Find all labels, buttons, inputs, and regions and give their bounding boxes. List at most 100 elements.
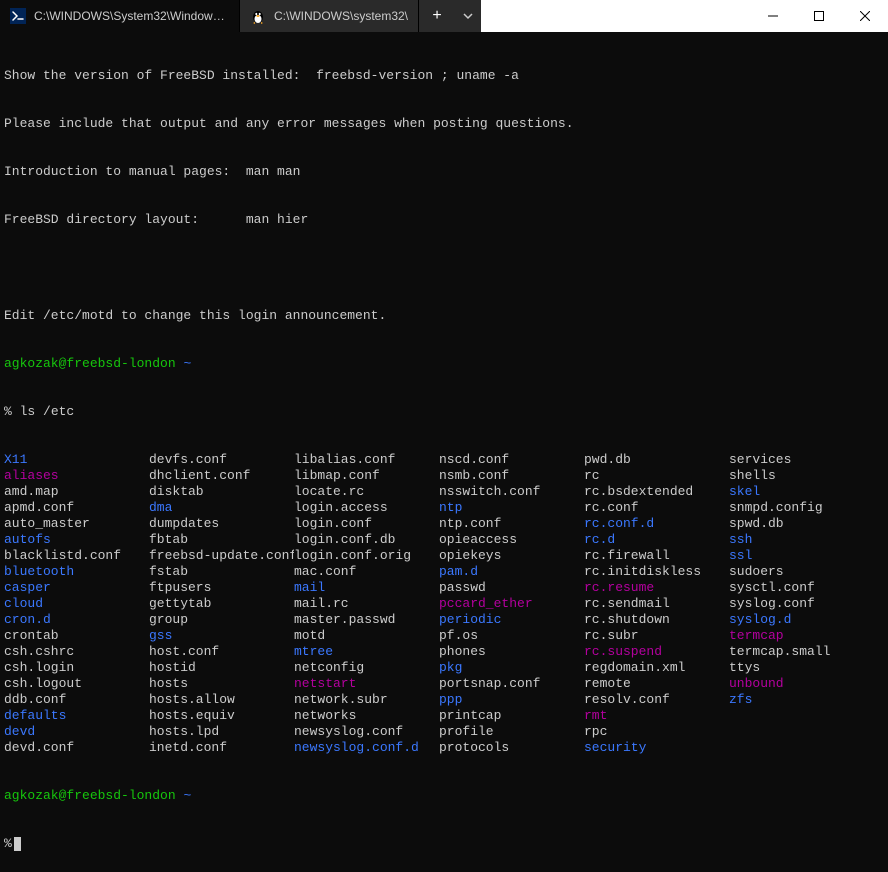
ls-row: blacklistd.conffreebsd-update.conflogin.… [4,548,884,564]
ls-item: bluetooth [4,564,149,580]
ls-item: syslog.conf [729,596,874,612]
ls-row: csh.logouthostsnetstartportsnap.confremo… [4,676,884,692]
ls-row: ddb.confhosts.allownetwork.subrpppresolv… [4,692,884,708]
ls-item: amd.map [4,484,149,500]
maximize-icon [814,11,824,21]
ls-item: rc.subr [584,628,729,644]
ls-item: autofs [4,532,149,548]
ls-item: csh.cshrc [4,644,149,660]
ls-row: crontabgssmotdpf.osrc.subrtermcap [4,628,884,644]
command-input-line[interactable]: % [4,836,884,852]
ls-item: pkg [439,660,584,676]
ls-item: aliases [4,468,149,484]
ls-item: newsyslog.conf.d [294,740,439,756]
ls-item: syslog.d [729,612,874,628]
ls-item: termcap.small [729,644,874,660]
ls-item: netconfig [294,660,439,676]
ls-item: rc.bsdextended [584,484,729,500]
ls-item: fstab [149,564,294,580]
tab-dropdown-button[interactable] [455,0,481,32]
ls-item: login.access [294,500,439,516]
ls-row: autofsfbtablogin.conf.dbopieaccessrc.dss… [4,532,884,548]
ls-item: devd.conf [4,740,149,756]
cursor [14,837,21,851]
ls-item: profile [439,724,584,740]
ls-item: login.conf [294,516,439,532]
command-line: % ls /etc [4,404,884,420]
ls-item: nscd.conf [439,452,584,468]
ls-item: passwd [439,580,584,596]
ls-row: devdhosts.lpdnewsyslog.confprofilerpc [4,724,884,740]
minimize-icon [768,11,778,21]
titlebar: C:\WINDOWS\System32\WindowsPowerShell\v1… [0,0,888,32]
motd-line: Introduction to manual pages: man man [4,164,884,180]
ls-item: zfs [729,692,874,708]
ls-item: sysctl.conf [729,580,874,596]
window-controls [750,0,888,32]
ls-item: opieaccess [439,532,584,548]
tab-powershell[interactable]: C:\WINDOWS\System32\WindowsPowerShell\v1… [0,0,240,32]
ls-item: rc [584,468,729,484]
motd-line: Edit /etc/motd to change this login anno… [4,308,884,324]
titlebar-drag-area[interactable] [481,0,750,32]
ls-row: apmd.confdmalogin.accessntprc.confsnmpd.… [4,500,884,516]
ls-item: mail [294,580,439,596]
ls-item: hosts.lpd [149,724,294,740]
prompt-path: ~ [176,356,192,371]
powershell-icon [10,8,26,24]
ls-row: defaultshosts.equivnetworksprintcaprmt [4,708,884,724]
ls-item: rc.shutdown [584,612,729,628]
ls-item: resolv.conf [584,692,729,708]
ls-item: devfs.conf [149,452,294,468]
ls-item: phones [439,644,584,660]
tux-icon [250,8,266,24]
chevron-down-icon [463,11,473,21]
ls-item: ddb.conf [4,692,149,708]
prompt-line: agkozak@freebsd-london ~ [4,788,884,804]
ls-output: X11devfs.conflibalias.confnscd.confpwd.d… [4,452,884,756]
ls-item: newsyslog.conf [294,724,439,740]
blank-line [4,260,884,276]
prompt-line: agkozak@freebsd-london ~ [4,356,884,372]
ls-item: inetd.conf [149,740,294,756]
new-tab-button[interactable]: + [419,0,455,32]
ls-item [729,724,874,740]
ls-item: csh.logout [4,676,149,692]
ls-row: csh.cshrchost.confmtreephonesrc.suspendt… [4,644,884,660]
terminal-viewport[interactable]: Show the version of FreeBSD installed: f… [0,32,888,872]
ls-item: termcap [729,628,874,644]
ls-item: auto_master [4,516,149,532]
ls-item: defaults [4,708,149,724]
close-button[interactable] [842,0,888,32]
motd-line: Show the version of FreeBSD installed: f… [4,68,884,84]
ls-item: group [149,612,294,628]
ls-item: ppp [439,692,584,708]
ls-row: cron.dgroupmaster.passwdperiodicrc.shutd… [4,612,884,628]
ls-item: motd [294,628,439,644]
ls-item: printcap [439,708,584,724]
tab-linux[interactable]: C:\WINDOWS\system32\ [240,0,419,32]
ls-item: ntp.conf [439,516,584,532]
close-icon [860,11,870,21]
ls-item: pwd.db [584,452,729,468]
ls-item: netstart [294,676,439,692]
ls-item: rc.resume [584,580,729,596]
ls-item: dumpdates [149,516,294,532]
ls-item: nsswitch.conf [439,484,584,500]
ls-item: mtree [294,644,439,660]
ls-item: apmd.conf [4,500,149,516]
maximize-button[interactable] [796,0,842,32]
minimize-button[interactable] [750,0,796,32]
ls-item: pccard_ether [439,596,584,612]
ls-item: fbtab [149,532,294,548]
ls-item: security [584,740,729,756]
ls-item: blacklistd.conf [4,548,149,564]
ls-item: rc.firewall [584,548,729,564]
ls-item: rc.suspend [584,644,729,660]
ls-item: protocols [439,740,584,756]
ls-item: rc.initdiskless [584,564,729,580]
ls-item: regdomain.xml [584,660,729,676]
ls-row: auto_masterdumpdateslogin.confntp.confrc… [4,516,884,532]
ls-item: spwd.db [729,516,874,532]
motd-line: FreeBSD directory layout: man hier [4,212,884,228]
